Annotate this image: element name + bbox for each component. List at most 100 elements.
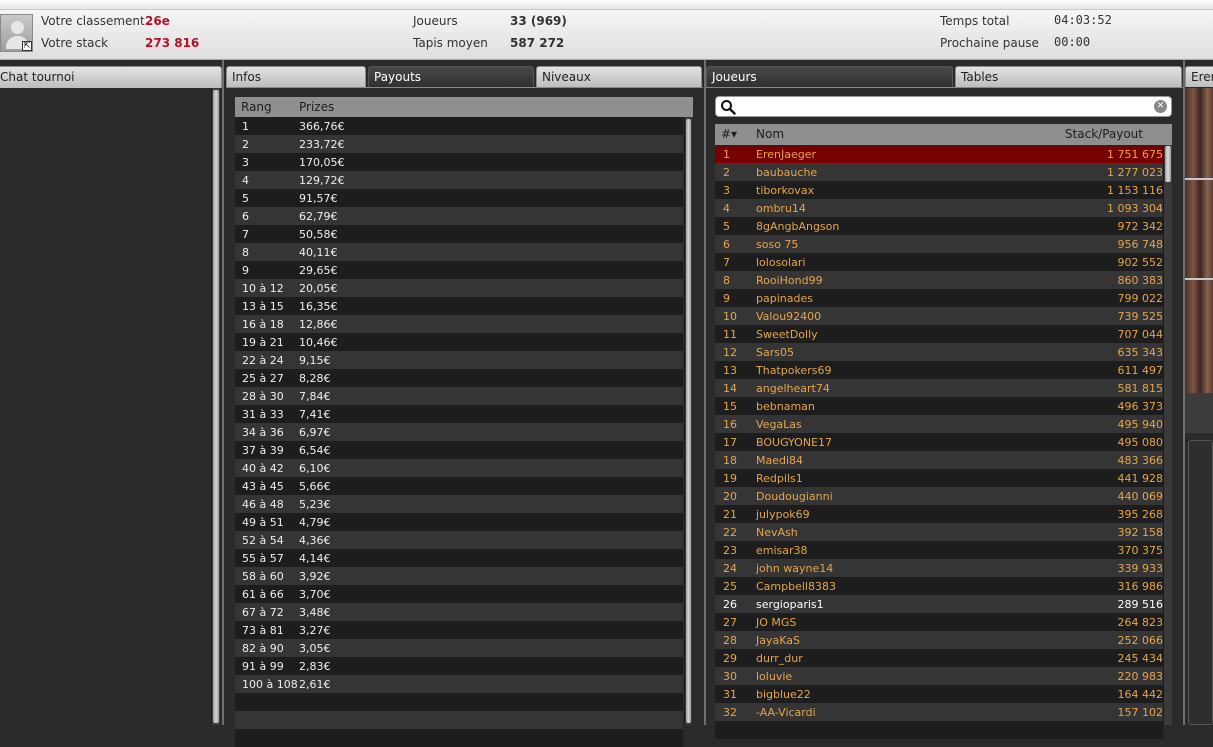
payout-prize: 16,35€	[299, 300, 338, 313]
player-row[interactable]: 10 Valou92400 739 525	[715, 307, 1163, 325]
tab-chat-tournoi[interactable]: Chat tournoi	[0, 66, 222, 88]
tab-infos-label: Infos	[232, 70, 261, 84]
players-scrollbar[interactable]	[1163, 145, 1172, 725]
player-rank: 19	[723, 472, 737, 485]
player-row[interactable]: 5 8gAngbAngson 972 342	[715, 217, 1163, 235]
payouts-scrollbar[interactable]	[684, 117, 692, 725]
panel-divider[interactable]	[704, 60, 706, 725]
col-stack-payout[interactable]: Stack/Payout	[1065, 127, 1143, 141]
player-row[interactable]: 9 papinades 799 022	[715, 289, 1163, 307]
players-scroll-thumb[interactable]	[1165, 146, 1171, 182]
player-row[interactable]: 32 -AA-Vicardi 157 102	[715, 703, 1163, 721]
table-row: 16 à 18 12,86€	[235, 315, 683, 333]
player-row[interactable]: 3 tiborkovax 1 153 116	[715, 181, 1163, 199]
chat-scrollbar[interactable]	[211, 88, 220, 725]
player-row[interactable]: 15 bebnaman 496 373	[715, 397, 1163, 415]
player-name: sergioparis1	[756, 598, 824, 611]
player-row[interactable]: 27 JO MGS 264 823	[715, 613, 1163, 631]
tab-joueurs[interactable]: Joueurs	[706, 66, 953, 88]
player-row[interactable]: 18 Maedi84 483 366	[715, 451, 1163, 469]
table-row: 100 à 108 2,61€	[235, 675, 683, 693]
tab-niveaux[interactable]: Niveaux	[536, 66, 702, 87]
payout-rank: 91 à 99	[242, 660, 284, 673]
tab-tables[interactable]: Tables	[955, 66, 1182, 87]
chat-area[interactable]	[0, 88, 220, 725]
player-row[interactable]: 8 RooiHond99 860 383	[715, 271, 1163, 289]
player-row[interactable]: 16 VegaLas 495 940	[715, 415, 1163, 433]
player-name: JayaKaS	[756, 634, 800, 647]
col-rank-sort[interactable]: #▾	[721, 127, 737, 141]
player-row[interactable]: 6 soso 75 956 748	[715, 235, 1163, 253]
tab-table-view[interactable]: Eren	[1185, 66, 1213, 87]
player-search[interactable]: ✕	[715, 96, 1172, 117]
avg-stack-value: 587 272	[510, 36, 565, 50]
player-rank: 18	[723, 454, 737, 467]
player-row[interactable]: 30 loluvie 220 983	[715, 667, 1163, 685]
player-row[interactable]: 22 NevAsh 392 158	[715, 523, 1163, 541]
player-rank: 10	[723, 310, 737, 323]
payouts-scroll-thumb[interactable]	[686, 119, 691, 723]
player-row[interactable]: 29 durr_dur 245 434	[715, 649, 1163, 667]
player-row[interactable]: 23 emisar38 370 375	[715, 541, 1163, 559]
col-prizes[interactable]: Prizes	[299, 100, 334, 114]
player-row[interactable]: 13 Thatpokers69 611 497	[715, 361, 1163, 379]
table-row: 46 à 48 5,23€	[235, 495, 683, 513]
player-stack: 395 268	[1117, 508, 1164, 521]
clear-search-icon[interactable]: ✕	[1154, 100, 1167, 113]
payout-prize: 4,36€	[299, 534, 331, 547]
payout-prize: 4,14€	[299, 552, 331, 565]
player-rank: 22	[723, 526, 737, 539]
players-label: Joueurs	[413, 14, 458, 28]
player-row[interactable]: 1 ErenJaeger 1 751 675	[715, 145, 1163, 163]
payout-rank: 55 à 57	[242, 552, 284, 565]
player-name: Campbell8383	[756, 580, 836, 593]
table-row: 43 à 45 5,66€	[235, 477, 683, 495]
player-stack: 902 552	[1117, 256, 1164, 269]
player-row[interactable]: 4 ombru14 1 093 304	[715, 199, 1163, 217]
player-rank: 29	[723, 652, 737, 665]
player-row[interactable]: 26 sergioparis1 289 516	[715, 595, 1163, 613]
player-rank: 1	[723, 148, 730, 161]
expand-icon[interactable]: ⇱	[22, 41, 32, 51]
col-rang[interactable]: Rang	[241, 100, 272, 114]
table-row: 61 à 66 3,70€	[235, 585, 683, 603]
player-stack: 339 933	[1117, 562, 1164, 575]
player-rank: 6	[723, 238, 730, 251]
player-row[interactable]: 25 Campbell8383 316 986	[715, 577, 1163, 595]
player-row[interactable]: 11 SweetDolly 707 044	[715, 325, 1163, 343]
player-name: Doudougianni	[756, 490, 833, 503]
player-name: durr_dur	[756, 652, 803, 665]
player-name: julypok69	[756, 508, 810, 521]
player-row[interactable]: 28 JayaKaS 252 066	[715, 631, 1163, 649]
player-row[interactable]: 21 julypok69 395 268	[715, 505, 1163, 523]
player-row[interactable]: 17 BOUGYONE17 495 080	[715, 433, 1163, 451]
player-name: NevAsh	[756, 526, 798, 539]
player-row[interactable]: 14 angelheart74 581 815	[715, 379, 1163, 397]
payout-rank: 28 à 30	[242, 390, 284, 403]
table-preview[interactable]	[1185, 88, 1213, 393]
player-row[interactable]: 20 Doudougianni 440 069	[715, 487, 1163, 505]
player-row[interactable]	[715, 721, 1163, 739]
payout-prize: 29,65€	[299, 264, 338, 277]
player-row[interactable]: 24 john wayne14 339 933	[715, 559, 1163, 577]
player-rank: 25	[723, 580, 737, 593]
player-stack: 370 375	[1117, 544, 1164, 557]
avatar[interactable]: ⇱	[0, 14, 33, 52]
player-row[interactable]: 2 baubauche 1 277 023	[715, 163, 1163, 181]
table-row: 91 à 99 2,83€	[235, 657, 683, 675]
payout-prize: 2,83€	[299, 660, 331, 673]
panel-divider[interactable]	[222, 60, 224, 725]
player-rank: 13	[723, 364, 737, 377]
player-rank: 15	[723, 400, 737, 413]
tab-payouts[interactable]: Payouts	[368, 66, 534, 88]
tab-infos[interactable]: Infos	[226, 66, 366, 87]
player-row[interactable]: 12 Sars05 635 343	[715, 343, 1163, 361]
payout-rank: 58 à 60	[242, 570, 284, 583]
player-rank: 3	[723, 184, 730, 197]
player-row[interactable]: 7 lolosolari 902 552	[715, 253, 1163, 271]
player-row[interactable]: 19 Redpils1 441 928	[715, 469, 1163, 487]
col-nom[interactable]: Nom	[756, 127, 784, 141]
search-input[interactable]	[740, 99, 1150, 114]
player-row[interactable]: 31 bigblue22 164 442	[715, 685, 1163, 703]
chat-scroll-thumb[interactable]	[213, 90, 219, 723]
